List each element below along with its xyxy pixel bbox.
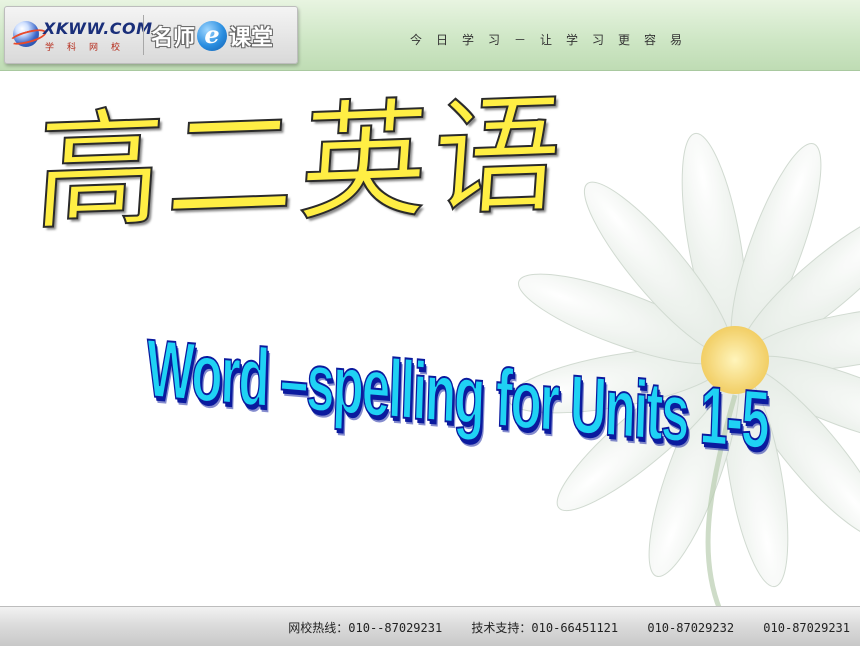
footer-hotline: 网校热线：010--87029231 [288,621,443,635]
footer-support: 技术支持：010-66451121 [471,621,619,635]
footer-phone-3: 010-87029231 [763,621,850,635]
footer-phone-2: 010-87029232 [647,621,735,635]
footer-contact: 网校热线：010--87029231 技术支持：010-66451121 010… [266,619,850,636]
footer-bar: 网校热线：010--87029231 技术支持：010-66451121 010… [0,606,860,646]
slide-title-chinese: 高二英语 [29,80,571,249]
